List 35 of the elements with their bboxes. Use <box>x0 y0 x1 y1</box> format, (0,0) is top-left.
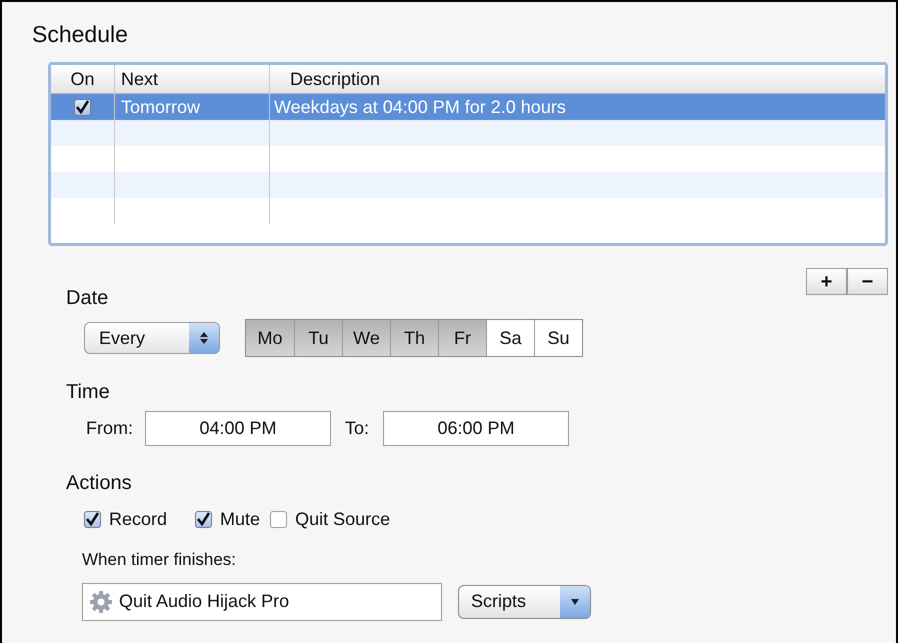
day-toggle[interactable]: Sa <box>486 320 534 356</box>
gear-icon <box>89 590 113 614</box>
checkbox[interactable] <box>270 511 288 528</box>
from-time-field[interactable]: 04:00 PM <box>145 411 331 446</box>
day-toggle[interactable]: Mo <box>246 320 294 356</box>
day-toggle[interactable]: Tu <box>294 320 342 356</box>
remove-button[interactable]: − <box>847 268 888 295</box>
column-header[interactable]: On <box>51 65 114 93</box>
checkbox[interactable] <box>195 511 212 528</box>
scripts-dropdown[interactable]: Scripts <box>458 584 591 618</box>
column-header[interactable]: Description <box>269 65 885 93</box>
date-label: Date <box>66 286 108 311</box>
stepper-arrows-icon <box>199 331 209 345</box>
column-header[interactable]: Next <box>114 65 269 93</box>
actions-label: Actions <box>66 471 132 496</box>
checkbox-label: Record <box>109 508 168 531</box>
to-time-field[interactable]: 06:00 PM <box>383 411 570 446</box>
from-label: From: <box>86 417 133 440</box>
section-title: Schedule <box>32 20 128 49</box>
day-toggle[interactable]: We <box>342 320 390 356</box>
day-toggle[interactable]: Th <box>390 320 438 356</box>
checkbox[interactable] <box>84 511 101 528</box>
checkbox-label: Mute <box>220 508 260 531</box>
time-label: Time <box>66 380 110 405</box>
finish-label: When timer finishes: <box>82 549 236 571</box>
add-button[interactable]: + <box>806 268 847 295</box>
day-toggle[interactable]: Su <box>534 320 582 356</box>
checkbox[interactable] <box>74 98 91 116</box>
script-field[interactable]: Quit Audio Hijack Pro <box>82 582 442 620</box>
day-toggle[interactable]: Fr <box>438 320 486 356</box>
to-label: To: <box>345 417 370 440</box>
checkbox-label: Quit Source <box>295 508 390 531</box>
table-cell-text: Weekdays at 04:00 PM for 2.0 hours <box>274 96 566 119</box>
repeat-dropdown[interactable]: Every <box>84 322 220 354</box>
table-cell-text: Tomorrow <box>121 96 200 118</box>
